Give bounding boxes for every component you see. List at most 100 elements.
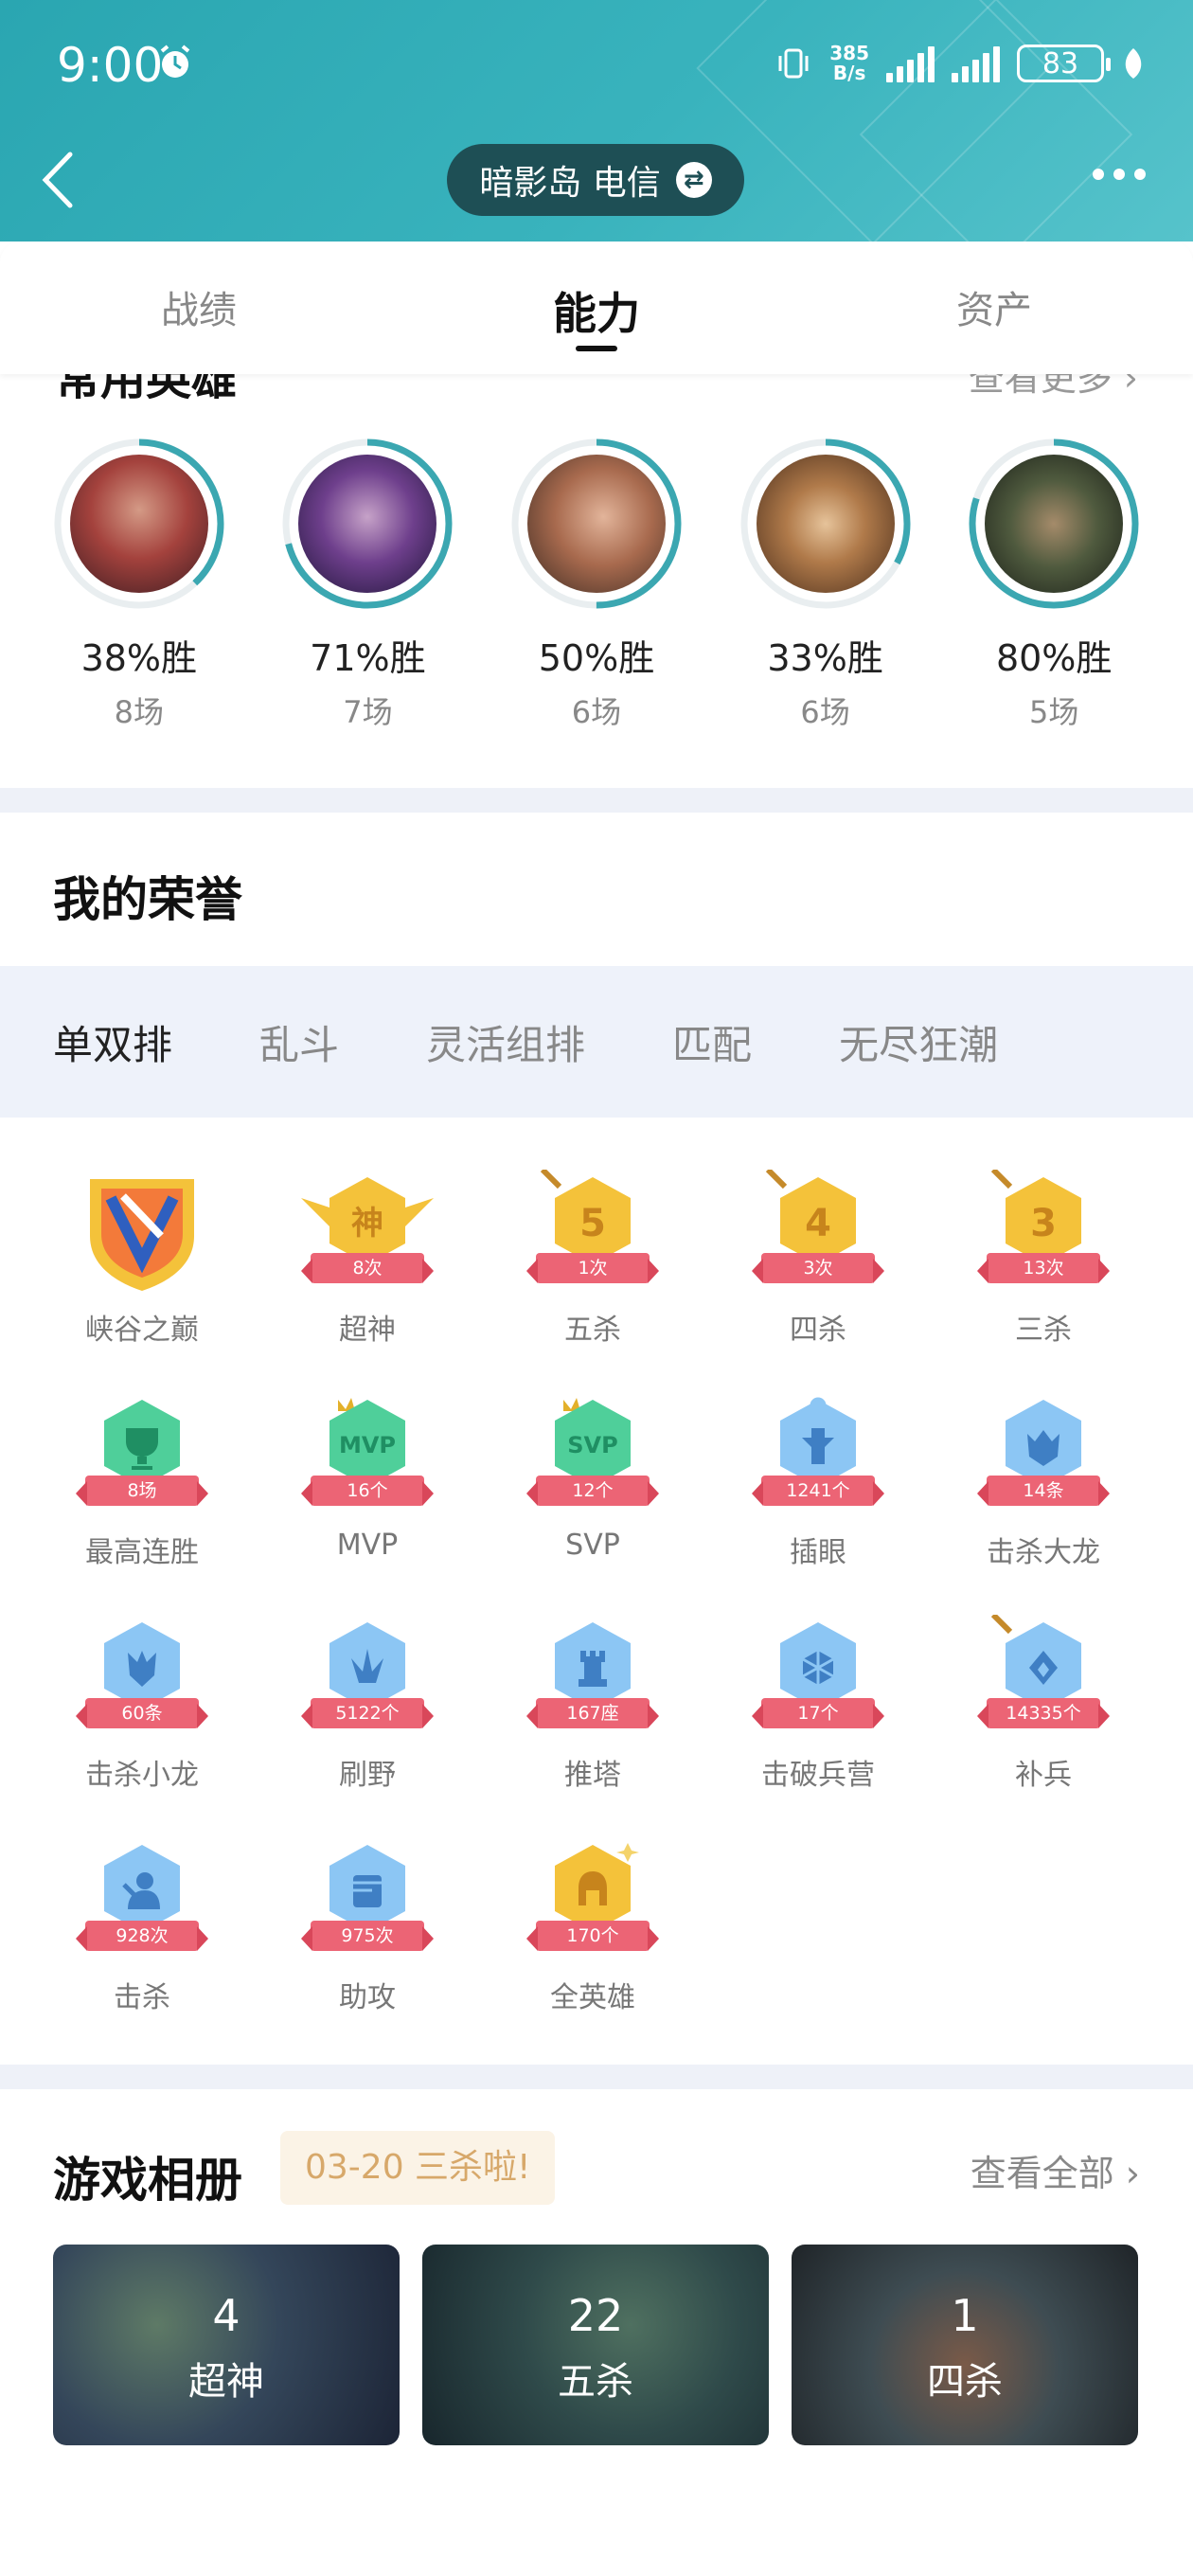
- speed-value: 385: [829, 42, 869, 64]
- honor-item[interactable]: 8场 最高连胜: [38, 1392, 246, 1570]
- more-options-button[interactable]: [1093, 169, 1146, 180]
- mode-tab-flex[interactable]: 灵活组排: [426, 1013, 585, 1071]
- speed-unit: B/s: [832, 62, 866, 84]
- honor-item[interactable]: 14条 击杀大龙: [939, 1392, 1148, 1570]
- honor-count: 8场: [76, 1476, 208, 1506]
- mode-tab-endless[interactable]: 无尽狂潮: [839, 1013, 998, 1071]
- album-card[interactable]: 1 四杀: [792, 2245, 1138, 2445]
- honor-count: 17个: [752, 1698, 884, 1728]
- honor-item[interactable]: 5122个 刷野: [263, 1615, 472, 1793]
- network-speed: 385 B/s: [829, 44, 869, 83]
- hero-games: 5场: [1028, 694, 1079, 730]
- hero-games: 7场: [343, 694, 393, 730]
- honor-item[interactable]: 4 3次 四杀: [714, 1170, 922, 1348]
- honor-item[interactable]: SVP 12个 SVP: [489, 1392, 697, 1562]
- honor-item[interactable]: 5 1次 五杀: [489, 1170, 697, 1348]
- all-heroes-icon: 170个: [522, 1837, 664, 1960]
- honor-item[interactable]: 神 8次 超神: [263, 1170, 472, 1348]
- back-button[interactable]: [36, 147, 83, 213]
- svg-text:SVP: SVP: [567, 1432, 617, 1458]
- battery-icon: 83: [1017, 45, 1111, 82]
- album-card[interactable]: 4 超神: [53, 2245, 400, 2445]
- assist-icon: 975次: [296, 1837, 438, 1960]
- honor-item[interactable]: 170个 全英雄: [489, 1837, 697, 2015]
- honor-count: 13次: [977, 1253, 1110, 1283]
- honor-count: 14335个: [977, 1698, 1110, 1728]
- mvp-icon: MVP 16个: [296, 1392, 438, 1515]
- honor-count: 14条: [977, 1476, 1110, 1506]
- jungle-icon: 5122个: [296, 1615, 438, 1738]
- tab-ability[interactable]: 能力: [398, 242, 795, 374]
- honor-name: 击破兵营: [761, 1759, 875, 1792]
- status-time: 9:00: [57, 38, 164, 93]
- dot-icon: [1093, 169, 1104, 180]
- top-header: 9:00 385 B/s 83 暗影岛 电信 ⇄: [0, 0, 1193, 242]
- honor-name: 击杀大龙: [987, 1536, 1100, 1569]
- honor-item[interactable]: 167座 推塔: [489, 1615, 697, 1793]
- legendary-icon: 神 8次: [296, 1170, 438, 1293]
- minion-icon: 14335个: [972, 1615, 1114, 1738]
- album-card-count: 1: [951, 2290, 979, 2341]
- honors-title: 我的荣誉: [53, 872, 242, 927]
- honor-item[interactable]: 1241个 插眼: [714, 1392, 922, 1570]
- album-card[interactable]: 22 五杀: [422, 2245, 769, 2445]
- hero-win-rate: 33%胜: [767, 637, 883, 679]
- honor-name: 峡谷之巅: [85, 1314, 199, 1347]
- honor-item[interactable]: 975次 助攻: [263, 1837, 472, 2015]
- album-card-label: 四杀: [927, 2360, 1003, 2404]
- album-card-count: 22: [567, 2290, 624, 2341]
- hero-winrate-ring: [51, 436, 227, 612]
- honor-name: 超神: [339, 1314, 396, 1347]
- hero-item[interactable]: 33%胜 6场: [736, 436, 916, 732]
- honor-item[interactable]: 928次 击杀: [38, 1837, 246, 2015]
- honor-name: 最高连胜: [85, 1536, 199, 1569]
- honor-mode-tabs: 单双排 乱斗 灵活组排 匹配 无尽狂潮: [0, 966, 1193, 1118]
- hero-win-rate: 50%胜: [538, 637, 655, 679]
- tab-assets[interactable]: 资产: [795, 242, 1193, 374]
- signal-icon: [886, 45, 935, 82]
- honor-item[interactable]: 60条 击杀小龙: [38, 1615, 246, 1793]
- honor-item[interactable]: 峡谷之巅: [38, 1170, 246, 1348]
- hero-winrate-ring: [279, 436, 455, 612]
- tab-record[interactable]: 战绩: [0, 242, 398, 374]
- album-view-all-text: 查看全部: [970, 2153, 1114, 2194]
- hero-item[interactable]: 50%胜 6场: [507, 436, 686, 732]
- album-card-label: 五杀: [558, 2360, 633, 2404]
- honor-name: 三杀: [1015, 1314, 1072, 1347]
- quadrakill-icon: 4 3次: [747, 1170, 889, 1293]
- hero-item[interactable]: 71%胜 7场: [277, 436, 457, 732]
- server-switch-button[interactable]: 暗影岛 电信 ⇄: [447, 144, 744, 216]
- album-view-all-link[interactable]: 查看全部 ›: [970, 2144, 1140, 2196]
- honor-item[interactable]: MVP 16个 MVP: [263, 1392, 472, 1562]
- svg-text:5: 5: [579, 1202, 606, 1245]
- hero-win-rate: 38%胜: [80, 637, 198, 679]
- honor-count: 3次: [752, 1253, 884, 1283]
- honor-name: SVP: [565, 1529, 620, 1562]
- honor-count: 12个: [526, 1476, 659, 1506]
- hero-item[interactable]: 38%胜 8场: [49, 436, 229, 732]
- honor-item[interactable]: 14335个 补兵: [939, 1615, 1148, 1793]
- honor-item[interactable]: 17个 击破兵营: [714, 1615, 922, 1793]
- baron-icon: 14条: [972, 1392, 1114, 1515]
- honor-name: 击杀小龙: [85, 1759, 199, 1792]
- hero-item[interactable]: 80%胜 5场: [964, 436, 1144, 732]
- honor-name: 四杀: [790, 1314, 846, 1347]
- common-heroes-list: 38%胜 8场 71%胜 7场 50%胜 6场 33%胜 6场 80%胜 5场: [0, 436, 1193, 732]
- honor-item[interactable]: 3 13次 三杀: [939, 1170, 1148, 1348]
- honor-count: 170个: [526, 1921, 659, 1951]
- hero-winrate-ring: [966, 436, 1142, 612]
- honor-name: 插眼: [790, 1536, 846, 1569]
- honor-name: 助攻: [339, 1981, 396, 2014]
- mode-tab-normal[interactable]: 匹配: [672, 1013, 752, 1071]
- mode-tab-solo[interactable]: 单双排: [53, 1013, 172, 1071]
- honor-count: 16个: [301, 1476, 434, 1506]
- tab-bar: 战绩 能力 资产: [0, 242, 1193, 374]
- album-title: 游戏相册: [53, 2153, 242, 2208]
- honor-name: 五杀: [564, 1314, 621, 1347]
- hero-avatar: [526, 455, 666, 593]
- kill-icon: 928次: [71, 1837, 213, 1960]
- mode-tab-aram[interactable]: 乱斗: [259, 1013, 339, 1071]
- hero-avatar: [756, 455, 895, 593]
- svg-text:4: 4: [805, 1202, 831, 1245]
- swap-icon: ⇄: [675, 162, 712, 198]
